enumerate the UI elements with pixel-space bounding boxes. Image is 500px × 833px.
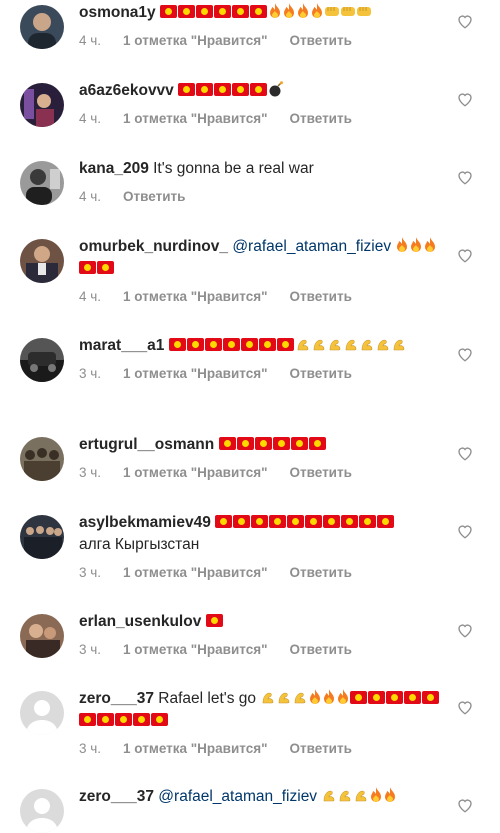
- muscle-icon: [393, 339, 404, 351]
- comment-likes[interactable]: 1 отметка "Нравится": [123, 366, 267, 381]
- fire-icon: [338, 689, 349, 704]
- fire-icon: [324, 689, 335, 704]
- comment-username[interactable]: osmona1y: [79, 4, 156, 21]
- muscle-icon: [340, 790, 351, 802]
- reply-button[interactable]: Ответить: [290, 642, 352, 657]
- reply-button[interactable]: Ответить: [290, 366, 352, 381]
- comment-likes[interactable]: 1 отметка "Нравится": [123, 565, 267, 580]
- muscle-icon: [361, 339, 372, 351]
- muscle-icon: [313, 339, 324, 351]
- fire-icon: [411, 237, 422, 252]
- muscle-icon: [279, 692, 290, 704]
- muscle-icon: [297, 339, 308, 351]
- heart-icon[interactable]: [456, 621, 474, 639]
- avatar[interactable]: [20, 691, 64, 735]
- fire-icon: [311, 3, 322, 18]
- avatar[interactable]: [20, 5, 64, 49]
- fire-icon: [269, 3, 280, 18]
- fist-icon: [340, 7, 355, 16]
- reply-button[interactable]: Ответить: [290, 33, 352, 48]
- muscle-icon: [329, 339, 340, 351]
- reply-button[interactable]: Ответить: [123, 189, 185, 204]
- comment-username[interactable]: zero___37: [79, 690, 154, 707]
- avatar[interactable]: [20, 437, 64, 481]
- avatar[interactable]: [20, 239, 64, 283]
- comment-likes[interactable]: 1 отметка "Нравится": [123, 289, 267, 304]
- comment-emoji: [215, 514, 395, 531]
- muscle-icon: [263, 692, 274, 704]
- reply-button[interactable]: Ответить: [290, 465, 352, 480]
- comment-time: 4 ч.: [79, 110, 102, 126]
- mention-link[interactable]: @rafael_ataman_fiziev: [158, 788, 317, 805]
- heart-icon[interactable]: [456, 444, 474, 462]
- comment-emoji: [205, 613, 224, 630]
- comment-time: 4 ч.: [79, 288, 102, 304]
- comment-time: 3 ч.: [79, 641, 102, 657]
- muscle-icon: [295, 692, 306, 704]
- comment-time: 3 ч.: [79, 564, 102, 580]
- comment-time: 3 ч.: [79, 740, 102, 756]
- muscle-icon: [377, 339, 388, 351]
- avatar[interactable]: [20, 161, 64, 205]
- comment-username[interactable]: asylbekmamiev49: [79, 514, 211, 531]
- comment-username[interactable]: marat___a1: [79, 337, 164, 354]
- fire-icon: [310, 689, 321, 704]
- heart-icon[interactable]: [456, 90, 474, 108]
- comment-username[interactable]: ertugrul__osmann: [79, 436, 214, 453]
- comment-likes[interactable]: 1 отметка "Нравится": [123, 111, 267, 126]
- muscle-icon: [345, 339, 356, 351]
- heart-icon[interactable]: [456, 246, 474, 264]
- reply-button[interactable]: Ответить: [290, 111, 352, 126]
- muscle-icon: [324, 790, 335, 802]
- avatar[interactable]: [20, 614, 64, 658]
- fist-icon: [356, 7, 371, 16]
- fire-icon: [425, 237, 436, 252]
- mention-link[interactable]: @rafael_ataman_fiziev: [232, 238, 391, 255]
- comment-username[interactable]: omurbek_nurdinov_: [79, 238, 228, 255]
- fist-icon: [324, 7, 339, 16]
- comment-likes[interactable]: 1 отметка "Нравится": [123, 465, 267, 480]
- comment-time: 4 ч.: [79, 188, 102, 204]
- comment-emoji: [321, 787, 397, 805]
- avatar[interactable]: [20, 338, 64, 382]
- muscle-icon: [356, 790, 367, 802]
- comment-username[interactable]: zero___37: [79, 788, 154, 805]
- heart-icon[interactable]: [456, 168, 474, 186]
- comment-text: алга Кыргызстан: [79, 536, 200, 553]
- avatar[interactable]: [20, 789, 64, 833]
- comment-username[interactable]: kana_209: [79, 160, 149, 177]
- fire-icon: [385, 787, 396, 802]
- avatar[interactable]: [20, 83, 64, 127]
- comment-text: Rafael let's go: [158, 690, 257, 707]
- heart-icon[interactable]: [456, 796, 474, 814]
- comment-username[interactable]: a6az6ekovvv: [79, 82, 174, 99]
- comment-time: 3 ч.: [79, 464, 102, 480]
- comment-username[interactable]: erlan_usenkulov: [79, 613, 201, 630]
- heart-icon[interactable]: [456, 345, 474, 363]
- reply-button[interactable]: Ответить: [290, 565, 352, 580]
- reply-button[interactable]: Ответить: [290, 741, 352, 756]
- avatar[interactable]: [20, 515, 64, 559]
- fire-icon: [297, 3, 308, 18]
- comment-text: It's gonna be a real war: [153, 160, 314, 177]
- reply-button[interactable]: Ответить: [290, 289, 352, 304]
- heart-icon[interactable]: [456, 522, 474, 540]
- heart-icon[interactable]: [456, 12, 474, 30]
- comment-likes[interactable]: 1 отметка "Нравится": [123, 741, 267, 756]
- heart-icon[interactable]: [456, 698, 474, 716]
- comment-emoji: [168, 337, 407, 354]
- comment-emoji: [159, 3, 372, 21]
- comment-likes[interactable]: 1 отметка "Нравится": [123, 642, 267, 657]
- comment-likes[interactable]: 1 отметка "Нравится": [123, 33, 267, 48]
- comment-time: 3 ч.: [79, 365, 102, 381]
- comment-emoji: [178, 81, 284, 99]
- fire-icon: [371, 787, 382, 802]
- comment-emoji: [218, 436, 327, 453]
- comment-time: 4 ч.: [79, 32, 102, 48]
- fire-icon: [283, 3, 294, 18]
- bomb-icon: [269, 81, 284, 97]
- fire-icon: [397, 237, 408, 252]
